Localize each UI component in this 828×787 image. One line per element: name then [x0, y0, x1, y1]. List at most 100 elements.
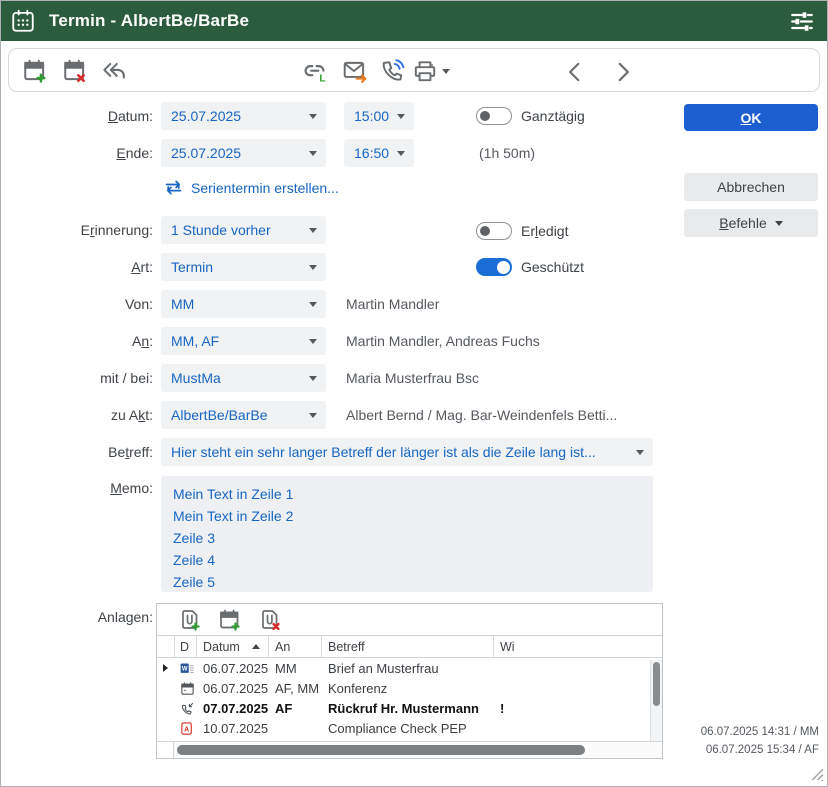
link-icon[interactable]: L [302, 58, 328, 84]
col-datum[interactable]: Datum [197, 636, 269, 657]
memo-line: Mein Text in Zeile 1 [173, 483, 641, 505]
toggle-knob [480, 111, 490, 121]
scrollbar-track[interactable] [174, 742, 662, 758]
col-betreff[interactable]: Betreff [322, 636, 494, 657]
anlagen-table: D Datum An Betreff Wi W 06.07.2025 MM Br… [156, 603, 663, 759]
col-selector[interactable] [157, 636, 175, 657]
call-icon[interactable] [379, 58, 405, 84]
print-options-caret-icon[interactable] [442, 69, 450, 74]
chevron-down-icon [309, 302, 317, 307]
table-row[interactable]: 06.07.2025 AF, MM Konferenz [157, 678, 662, 698]
mit-bei-label: mit / bei: [1, 370, 153, 386]
col-an[interactable]: An [269, 636, 322, 657]
von-fullname: Martin Mandler [346, 296, 439, 312]
undo-icon[interactable] [100, 58, 126, 84]
art-combo[interactable]: Termin [161, 253, 326, 281]
ende-date-combo[interactable]: 25.07.2025 [161, 139, 326, 167]
betreff-label: Betreff: [1, 444, 153, 460]
svg-text:L: L [319, 73, 325, 84]
memo-textarea[interactable]: Mein Text in Zeile 1 Mein Text in Zeile … [161, 476, 653, 592]
phone-callback-icon [180, 701, 195, 716]
pdf-icon: A [180, 721, 195, 736]
horizontal-scrollbar[interactable] [157, 741, 662, 758]
memo-line: Zeile 5 [173, 571, 641, 593]
print-icon[interactable] [412, 58, 438, 84]
zu-akt-fullname: Albert Bernd / Mag. Bar-Weindenfels Bett… [346, 407, 617, 423]
chevron-down-icon [397, 114, 405, 119]
table-row[interactable]: W 06.07.2025 MM Brief an Musterfrau [157, 658, 662, 678]
page-title: Termin - AlbertBe/BarBe [49, 11, 249, 31]
appointment-add-icon[interactable] [22, 58, 48, 84]
modified-stamp: 06.07.2025 15:34 / AF [701, 741, 819, 759]
erinnerung-combo[interactable]: 1 Stunde vorher [161, 216, 326, 244]
svg-text:A: A [184, 726, 189, 733]
geschuetzt-label: Geschützt [521, 259, 584, 275]
abbrechen-button[interactable]: Abbrechen [684, 173, 818, 201]
previous-icon[interactable] [562, 59, 588, 85]
ganztaegig-label: Ganztägig [521, 108, 585, 124]
chevron-down-icon [309, 413, 317, 418]
scrollbar-thumb[interactable] [653, 662, 660, 706]
befehle-button[interactable]: Befehle [684, 209, 818, 237]
geschuetzt-toggle[interactable] [476, 258, 512, 276]
resize-grip[interactable] [807, 764, 824, 781]
col-d[interactable]: D [175, 636, 197, 657]
von-label: Von: [1, 296, 153, 312]
chevron-down-icon [309, 265, 317, 270]
datum-date-combo[interactable]: 25.07.2025 [161, 102, 326, 130]
toggle-knob [480, 226, 490, 236]
chevron-down-icon [309, 114, 317, 119]
chevron-down-icon [397, 151, 405, 156]
attachment-delete-icon[interactable] [258, 608, 282, 632]
table-row[interactable]: A 10.07.2025 Compliance Check PEP [157, 718, 662, 738]
chevron-down-icon [309, 376, 317, 381]
serientermin-link[interactable]: Serientermin erstellen... [191, 180, 339, 196]
appointment-delete-icon[interactable] [62, 58, 88, 84]
memo-label: Memo: [1, 480, 153, 496]
scrollbar-thumb[interactable] [177, 745, 585, 755]
row-selector-icon [163, 664, 168, 672]
col-wi[interactable]: Wi [494, 636, 662, 657]
von-combo[interactable]: MM [161, 290, 326, 318]
calendar-icon [10, 8, 36, 34]
betreff-combo[interactable]: Hier steht ein sehr langer Betreff der l… [161, 438, 653, 466]
ganztaegig-toggle[interactable] [476, 107, 512, 125]
mail-forward-icon[interactable] [342, 58, 368, 84]
anlagen-toolbar [157, 604, 662, 636]
attachment-add-icon[interactable] [178, 608, 202, 632]
memo-line: Zeile 4 [173, 549, 641, 571]
chevron-down-icon [309, 339, 317, 344]
erledigt-label: Erledigt [521, 223, 568, 239]
anlagen-header-row: D Datum An Betreff Wi [157, 636, 662, 658]
svg-text:W: W [182, 666, 188, 672]
titlebar: Termin - AlbertBe/BarBe [1, 1, 827, 41]
scrollbar-corner [157, 742, 174, 758]
art-label: Art: [1, 259, 153, 275]
an-fullnames: Martin Mandler, Andreas Fuchs [346, 333, 540, 349]
zu-akt-label: zu Akt: [1, 407, 153, 423]
sort-ascending-icon [252, 644, 260, 649]
ende-time-combo[interactable]: 16:50 [344, 139, 414, 167]
created-stamp: 06.07.2025 14:31 / MM [701, 723, 819, 741]
repeat-icon[interactable] [163, 177, 184, 198]
an-label: An: [1, 333, 153, 349]
chevron-down-icon [309, 151, 317, 156]
next-icon[interactable] [610, 59, 636, 85]
an-combo[interactable]: MM, AF [161, 327, 326, 355]
datum-time-combo[interactable]: 15:00 [344, 102, 414, 130]
calendar-icon [180, 681, 195, 696]
datum-label: Datum: [1, 108, 153, 124]
erinnerung-label: Erinnerung: [1, 222, 153, 238]
mit-bei-fullname: Maria Musterfrau Bsc [346, 370, 479, 386]
table-row[interactable]: 07.07.2025 AF Rückruf Hr. Mustermann ! [157, 698, 662, 718]
zu-akt-combo[interactable]: AlbertBe/BarBe [161, 401, 326, 429]
mit-bei-combo[interactable]: MustMa [161, 364, 326, 392]
chevron-down-icon [636, 450, 644, 455]
main-toolbar: L [8, 48, 820, 92]
erledigt-toggle[interactable] [476, 222, 512, 240]
ok-button[interactable]: OK [684, 104, 818, 131]
settings-tune-icon[interactable] [789, 8, 815, 34]
word-document-icon: W [180, 661, 195, 676]
appointment-attach-add-icon[interactable] [218, 608, 242, 632]
vertical-scrollbar[interactable] [650, 660, 662, 741]
